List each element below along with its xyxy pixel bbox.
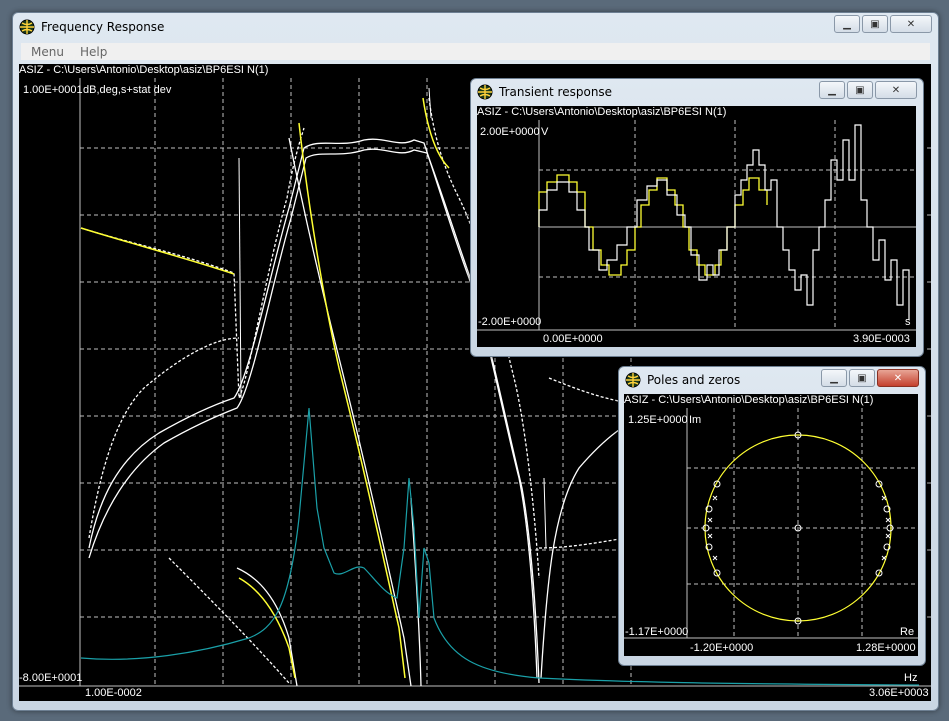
poles-x-unit-label: Re	[900, 626, 915, 638]
minimize-icon: ▁	[828, 84, 836, 96]
transient-minimize-button[interactable]: ▁	[819, 81, 845, 99]
transient-output-trace	[538, 124, 910, 320]
poles-y-min-label: -1.17E+0000	[625, 626, 689, 638]
minimize-icon: ▁	[843, 18, 851, 30]
close-button[interactable]: ✕	[890, 15, 932, 33]
transient-maximize-button[interactable]: ▣	[847, 81, 873, 99]
transient-x-max-label: 3.90E-0003	[853, 333, 910, 345]
stat-dev-dashed-2	[88, 337, 240, 539]
menu-item-menu[interactable]: Menu	[31, 45, 64, 59]
poles-plot-svg	[624, 408, 918, 639]
poles-titlebar[interactable]: Poles and zeros ▁ ▣ ✕	[619, 367, 925, 393]
menu-item-help[interactable]: Help	[80, 45, 107, 59]
x-unit-label: Hz	[904, 672, 918, 684]
transient-x-min-label: 0.00E+0000	[543, 333, 603, 345]
y-max-label: 1.00E+0001	[23, 84, 83, 96]
stat-dev-dashed-6	[548, 377, 630, 404]
close-icon: ✕	[891, 84, 901, 96]
transient-titlebar[interactable]: Transient response ▁ ▣ ✕	[471, 79, 923, 105]
poles-minimize-button[interactable]: ▁	[821, 369, 847, 387]
poles-y-max-label: 1.25E+0000	[628, 414, 688, 426]
x-min-label: 1.00E-0002	[85, 687, 142, 699]
poles-globe-icon	[625, 372, 641, 388]
phase-trace-white-rb	[410, 497, 422, 687]
transient-globe-icon	[477, 84, 493, 100]
x-max-label: 3.06E+0003	[869, 687, 929, 699]
transient-y-unit-label: V	[541, 126, 549, 138]
transient-window-title: Transient response	[499, 85, 613, 99]
transient-plot-svg	[477, 120, 916, 331]
transient-close-button[interactable]: ✕	[875, 81, 917, 99]
transient-y-min-label: -2.00E+0000	[478, 316, 542, 328]
main-window-title: Frequency Response	[41, 20, 165, 34]
poles-x-min-label: -1.20E+0000	[690, 642, 754, 654]
main-titlebar[interactable]: Frequency Response ▁ ▣ ✕	[13, 13, 938, 41]
app-globe-icon	[19, 19, 35, 35]
phase-trace-yellow-1	[80, 227, 235, 275]
close-icon: ✕	[893, 372, 903, 384]
notch-spike-3	[543, 477, 547, 549]
transient-y-max-label: 2.00E+0000	[480, 126, 540, 138]
stat-dev-dashed-5	[168, 557, 290, 684]
close-icon: ✕	[906, 18, 916, 30]
restore-icon: ▣	[855, 84, 865, 96]
restore-icon: ▣	[870, 18, 880, 30]
transient-file-path: ASIZ - C:\Users\Antonio\Desktop\asiz\BP6…	[477, 106, 916, 119]
transient-input-trace	[538, 174, 768, 276]
menu-bar: Menu Help	[21, 43, 930, 60]
units-label: dB,deg,s+stat dev	[83, 84, 172, 96]
minimize-icon: ▁	[830, 372, 838, 384]
main-file-path: ASIZ - C:\Users\Antonio\Desktop\asiz\BP6…	[19, 64, 931, 77]
poles-file-path: ASIZ - C:\Users\Antonio\Desktop\asiz\BP6…	[624, 394, 918, 407]
poles-window-title: Poles and zeros	[647, 373, 741, 387]
restore-icon: ▣	[857, 372, 867, 384]
phase-trace-yellow-2	[298, 122, 406, 679]
poles-x-max-label: 1.28E+0000	[856, 642, 916, 654]
poles-y-unit-label: Im	[689, 414, 702, 426]
transient-plot-area[interactable]: ASIZ - C:\Users\Antonio\Desktop\asiz\BP6…	[477, 106, 916, 347]
poles-maximize-button[interactable]: ▣	[849, 369, 875, 387]
y-min-label: -8.00E+0001	[19, 672, 83, 684]
notch-spike-1	[238, 157, 242, 399]
stat-dev-dashed-1	[80, 127, 305, 399]
maximize-button[interactable]: ▣	[862, 15, 888, 33]
poles-plot-area[interactable]: ASIZ - C:\Users\Antonio\Desktop\asiz\BP6…	[624, 394, 918, 656]
minimize-button[interactable]: ▁	[834, 15, 860, 33]
poles-close-button[interactable]: ✕	[877, 369, 919, 387]
transient-x-unit-label: s	[905, 316, 911, 328]
notch-spike-2	[428, 87, 432, 119]
